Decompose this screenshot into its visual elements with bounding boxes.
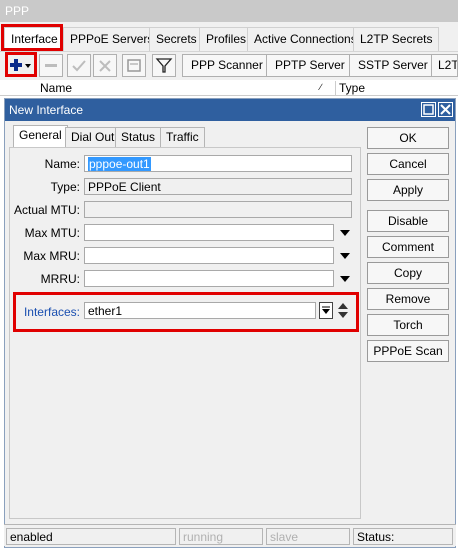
status-slave: slave	[266, 528, 350, 545]
general-panel: Name: pppoe-out1 Type: PPPoE Client Actu…	[9, 147, 361, 519]
actual-mtu-label: Actual MTU:	[13, 203, 80, 217]
l2tp-server-button[interactable]: L2T	[431, 54, 458, 77]
maximize-icon	[423, 104, 434, 115]
status-bar: enabled running slave Status:	[4, 524, 456, 546]
filter-icon	[155, 58, 173, 73]
close-icon	[440, 104, 451, 115]
sort-icon: ∕	[320, 82, 322, 92]
enable-button[interactable]	[67, 54, 91, 77]
type-label: Type:	[50, 180, 80, 194]
max-mru-label: Max MRU:	[23, 249, 80, 263]
window-titlebar: PPP	[0, 0, 458, 22]
status-label: Status:	[353, 528, 453, 545]
tab-traffic[interactable]: Traffic	[160, 127, 205, 147]
tab-dial-out[interactable]: Dial Out	[65, 127, 121, 147]
status-running: running	[179, 528, 263, 545]
tab-interface[interactable]: Interface	[4, 27, 65, 51]
disable-dialog-button[interactable]: Disable	[367, 210, 449, 232]
updown-icon[interactable]	[337, 301, 349, 321]
remove-toolbar-button[interactable]	[39, 54, 63, 77]
note-icon	[127, 59, 141, 72]
tab-secrets[interactable]: Secrets	[149, 27, 204, 51]
status-enabled: enabled	[6, 528, 176, 545]
mrru-input[interactable]	[84, 270, 334, 287]
new-interface-dialog: New Interface General Dial Out Status Tr…	[4, 98, 456, 548]
dialog-titlebar: New Interface	[5, 99, 455, 121]
toolbar: PPP Scanner PPTP Server SSTP Server L2T	[0, 52, 458, 80]
mrru-label: MRRU:	[40, 272, 80, 286]
list-header: Name ∕ Type	[0, 80, 458, 96]
add-button[interactable]	[6, 54, 34, 77]
max-mru-dropdown-icon[interactable]	[340, 253, 350, 259]
sstp-server-button[interactable]: SSTP Server	[349, 54, 437, 77]
apply-button[interactable]: Apply	[367, 179, 449, 201]
tab-general[interactable]: General	[13, 125, 68, 148]
disable-button[interactable]	[93, 54, 117, 77]
filter-button[interactable]	[152, 54, 176, 77]
interfaces-select[interactable]: ether1	[84, 302, 316, 319]
column-name[interactable]: Name	[40, 81, 72, 95]
interfaces-label: Interfaces:	[23, 305, 80, 319]
torch-button[interactable]: Torch	[367, 314, 449, 336]
name-value: pppoe-out1	[88, 157, 151, 171]
column-type[interactable]: Type	[335, 81, 365, 95]
max-mtu-input[interactable]	[84, 224, 334, 241]
mrru-dropdown-icon[interactable]	[340, 276, 350, 282]
remove-button[interactable]: Remove	[367, 288, 449, 310]
interfaces-dropdown-button[interactable]	[319, 302, 333, 319]
dropdown-icon	[322, 306, 330, 314]
pppoe-scan-button[interactable]: PPPoE Scan	[367, 340, 449, 362]
tab-status[interactable]: Status	[115, 127, 162, 147]
window-title: PPP	[5, 4, 30, 18]
max-mru-input[interactable]	[84, 247, 334, 264]
ok-button[interactable]: OK	[367, 127, 449, 149]
cancel-button[interactable]: Cancel	[367, 153, 449, 175]
dialog-title: New Interface	[9, 103, 84, 117]
plus-icon	[10, 59, 31, 71]
max-mtu-label: Max MTU:	[24, 226, 80, 240]
tab-strip: Interface PPPoE Servers Secrets Profiles…	[0, 22, 458, 52]
max-mtu-dropdown-icon[interactable]	[340, 230, 350, 236]
ppp-scanner-button[interactable]: PPP Scanner	[182, 54, 272, 77]
pptp-server-button[interactable]: PPTP Server	[266, 54, 354, 77]
tab-pppoe-servers[interactable]: PPPoE Servers	[63, 27, 161, 51]
type-field: PPPoE Client	[84, 178, 352, 195]
maximize-button[interactable]	[421, 102, 436, 117]
tab-l2tp-secrets[interactable]: L2TP Secrets	[353, 27, 440, 51]
tab-profiles[interactable]: Profiles	[199, 27, 254, 51]
comment-dialog-button[interactable]: Comment	[367, 236, 449, 258]
name-input[interactable]: pppoe-out1	[84, 155, 352, 172]
check-icon	[72, 60, 86, 72]
cross-icon	[99, 60, 111, 72]
copy-button[interactable]: Copy	[367, 262, 449, 284]
tab-active-connections[interactable]: Active Connections	[247, 27, 364, 51]
minus-icon	[45, 64, 57, 67]
comment-button[interactable]	[122, 54, 146, 77]
actual-mtu-field	[84, 201, 352, 218]
name-label: Name:	[44, 157, 80, 171]
close-button[interactable]	[438, 102, 453, 117]
